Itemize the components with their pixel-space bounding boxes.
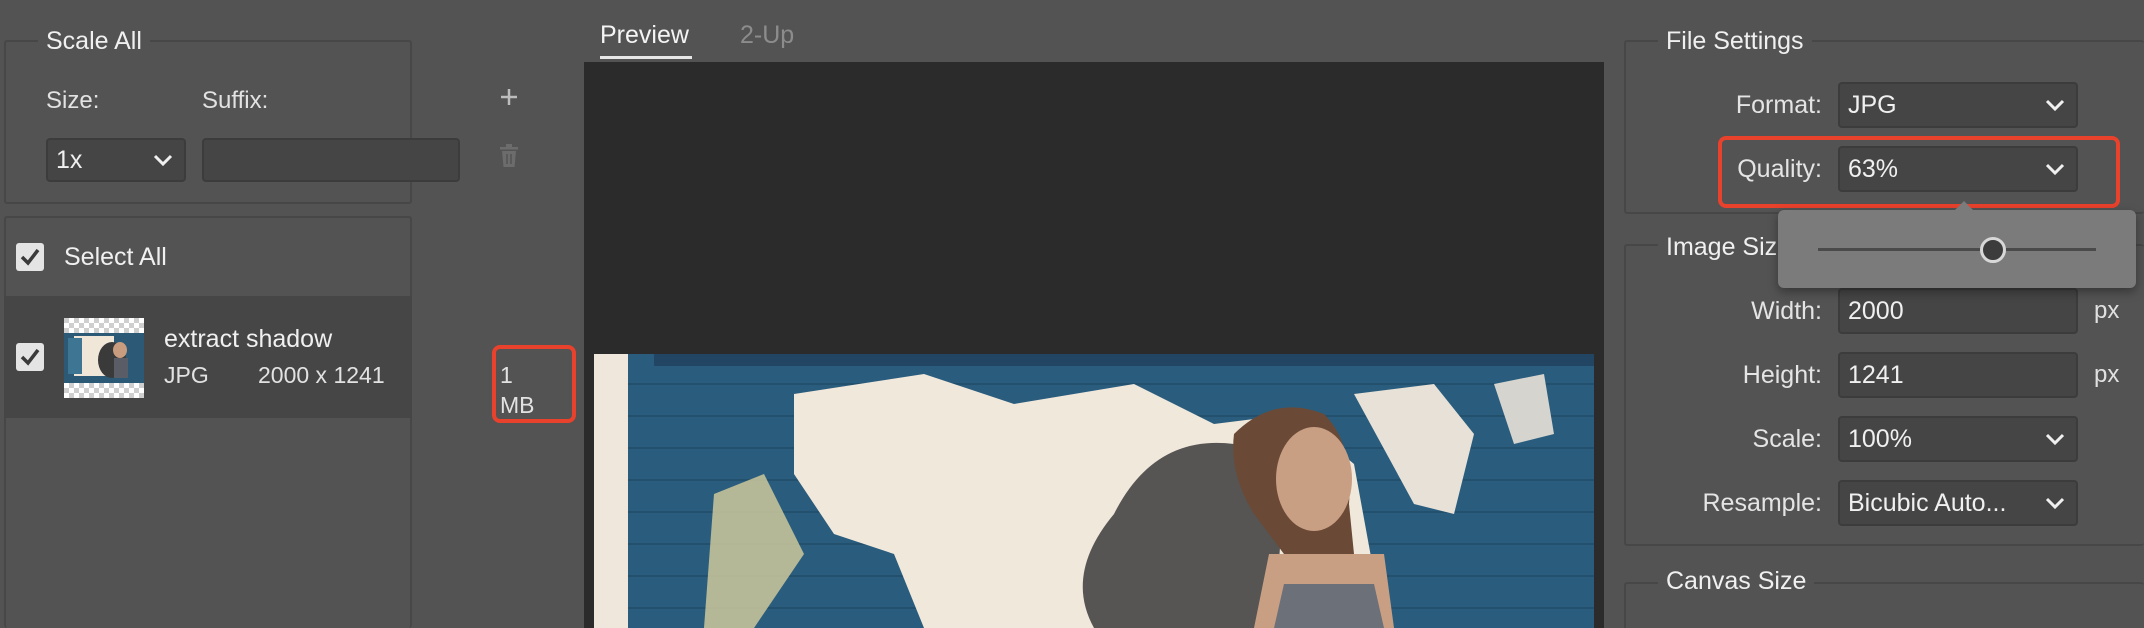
quality-select-value: 63%: [1848, 154, 1899, 183]
width-input[interactable]: 2000: [1838, 288, 2078, 334]
resample-label: Resample:: [1702, 489, 1823, 517]
asset-file-size: 1 MB: [500, 362, 535, 418]
asset-checkbox[interactable]: [16, 343, 44, 371]
select-all-label[interactable]: Select All: [64, 242, 167, 272]
size-select[interactable]: 1x: [46, 138, 186, 182]
asset-dimensions: 2000 x 1241: [258, 362, 385, 388]
preview-image: [594, 354, 1594, 628]
popup-arrow: [1954, 201, 1974, 211]
height-input[interactable]: 1241: [1838, 352, 2078, 398]
suffix-label: Suffix:: [202, 87, 269, 114]
tab-2-up[interactable]: 2-Up: [740, 20, 794, 50]
canvas-size-title: Canvas Size: [1658, 566, 1815, 596]
scale-select[interactable]: 100%: [1838, 416, 2078, 462]
tab-preview[interactable]: Preview: [600, 20, 689, 50]
plus-icon[interactable]: [498, 86, 520, 108]
preview-canvas[interactable]: [584, 62, 1604, 628]
asset-thumbnail: [64, 318, 144, 398]
scale-all-title: Scale All: [38, 26, 150, 56]
tab-preview-underline: [600, 56, 692, 59]
height-input-value: 1241: [1848, 360, 1904, 389]
scale-select-value: 100%: [1848, 424, 1912, 453]
chevron-down-icon: [153, 154, 173, 167]
select-all-checkbox[interactable]: [16, 243, 44, 271]
height-label: Height:: [1742, 361, 1822, 389]
format-select[interactable]: JPG: [1838, 82, 2078, 128]
resample-select[interactable]: Bicubic Auto...: [1838, 480, 2078, 526]
format-label: Format:: [1735, 91, 1822, 119]
suffix-input[interactable]: [202, 138, 460, 182]
asset-format: JPG: [164, 362, 209, 388]
chevron-down-icon: [2045, 497, 2065, 510]
width-label: Width:: [1751, 297, 1822, 325]
width-unit: px: [2094, 297, 2120, 324]
quality-slider-popup: [1778, 201, 2136, 288]
asset-row[interactable]: extract shadow JPG 2000 x 1241 1 MB: [4, 296, 535, 418]
quality-select[interactable]: 63%: [1838, 146, 2078, 192]
width-input-value: 2000: [1848, 296, 1904, 325]
chevron-down-icon: [2045, 99, 2065, 112]
asset-name: extract shadow: [164, 325, 333, 353]
format-select-value: JPG: [1848, 90, 1897, 119]
size-label: Size:: [46, 87, 100, 114]
chevron-down-icon: [2045, 163, 2065, 176]
quality-label: Quality:: [1737, 155, 1822, 183]
size-select-value: 1x: [56, 145, 83, 174]
resample-select-value: Bicubic Auto...: [1848, 488, 2007, 517]
file-settings-title: File Settings: [1658, 26, 1812, 56]
trash-icon[interactable]: [498, 143, 520, 169]
asset-list-group: [4, 216, 412, 628]
quality-slider-track[interactable]: [1818, 248, 2096, 251]
quality-slider-thumb[interactable]: [1980, 237, 2007, 263]
scale-label: Scale:: [1752, 425, 1822, 453]
chevron-down-icon: [2045, 433, 2065, 446]
height-unit: px: [2094, 361, 2120, 388]
